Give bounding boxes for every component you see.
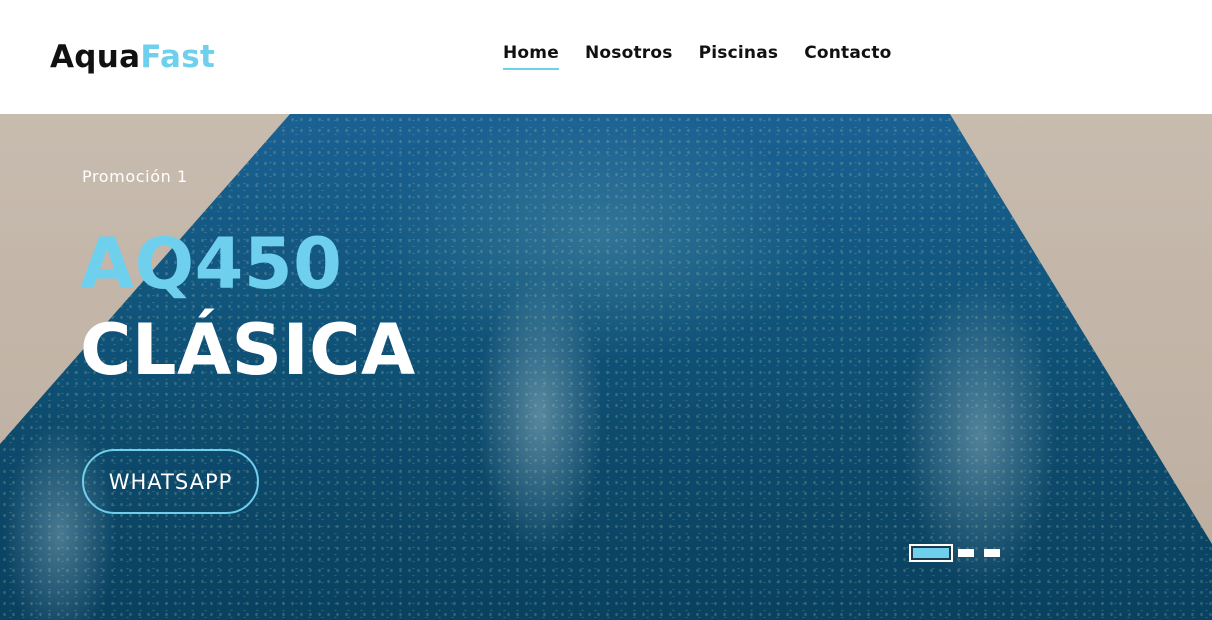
nav-item-piscinas[interactable]: Piscinas (699, 41, 779, 70)
logo[interactable]: AquaFast (50, 36, 215, 78)
nav-item-home[interactable]: Home (503, 41, 559, 70)
hero-title-model: AQ450 (80, 223, 343, 305)
main-nav: Home Nosotros Piscinas Contacto (503, 41, 892, 70)
slider-dot-1[interactable] (909, 544, 953, 562)
slider-dot-3[interactable] (984, 549, 1000, 557)
nav-item-contacto[interactable]: Contacto (804, 41, 891, 70)
slider-dot-2[interactable] (958, 549, 974, 557)
whatsapp-button[interactable]: WHATSAPP (82, 449, 259, 514)
hero-slider: Promoción 1 AQ450 CLÁSICA WHATSAPP (0, 114, 1212, 620)
logo-text-fast: Fast (140, 39, 216, 75)
hero-title-name: CLÁSICA (80, 309, 416, 391)
nav-item-nosotros[interactable]: Nosotros (585, 41, 673, 70)
logo-text-aqua: Aqua (50, 39, 141, 75)
site-header: AquaFast Home Nosotros Piscinas Contacto (0, 0, 1212, 114)
promo-label: Promoción 1 (82, 167, 188, 186)
slider-pagination (909, 544, 1000, 562)
